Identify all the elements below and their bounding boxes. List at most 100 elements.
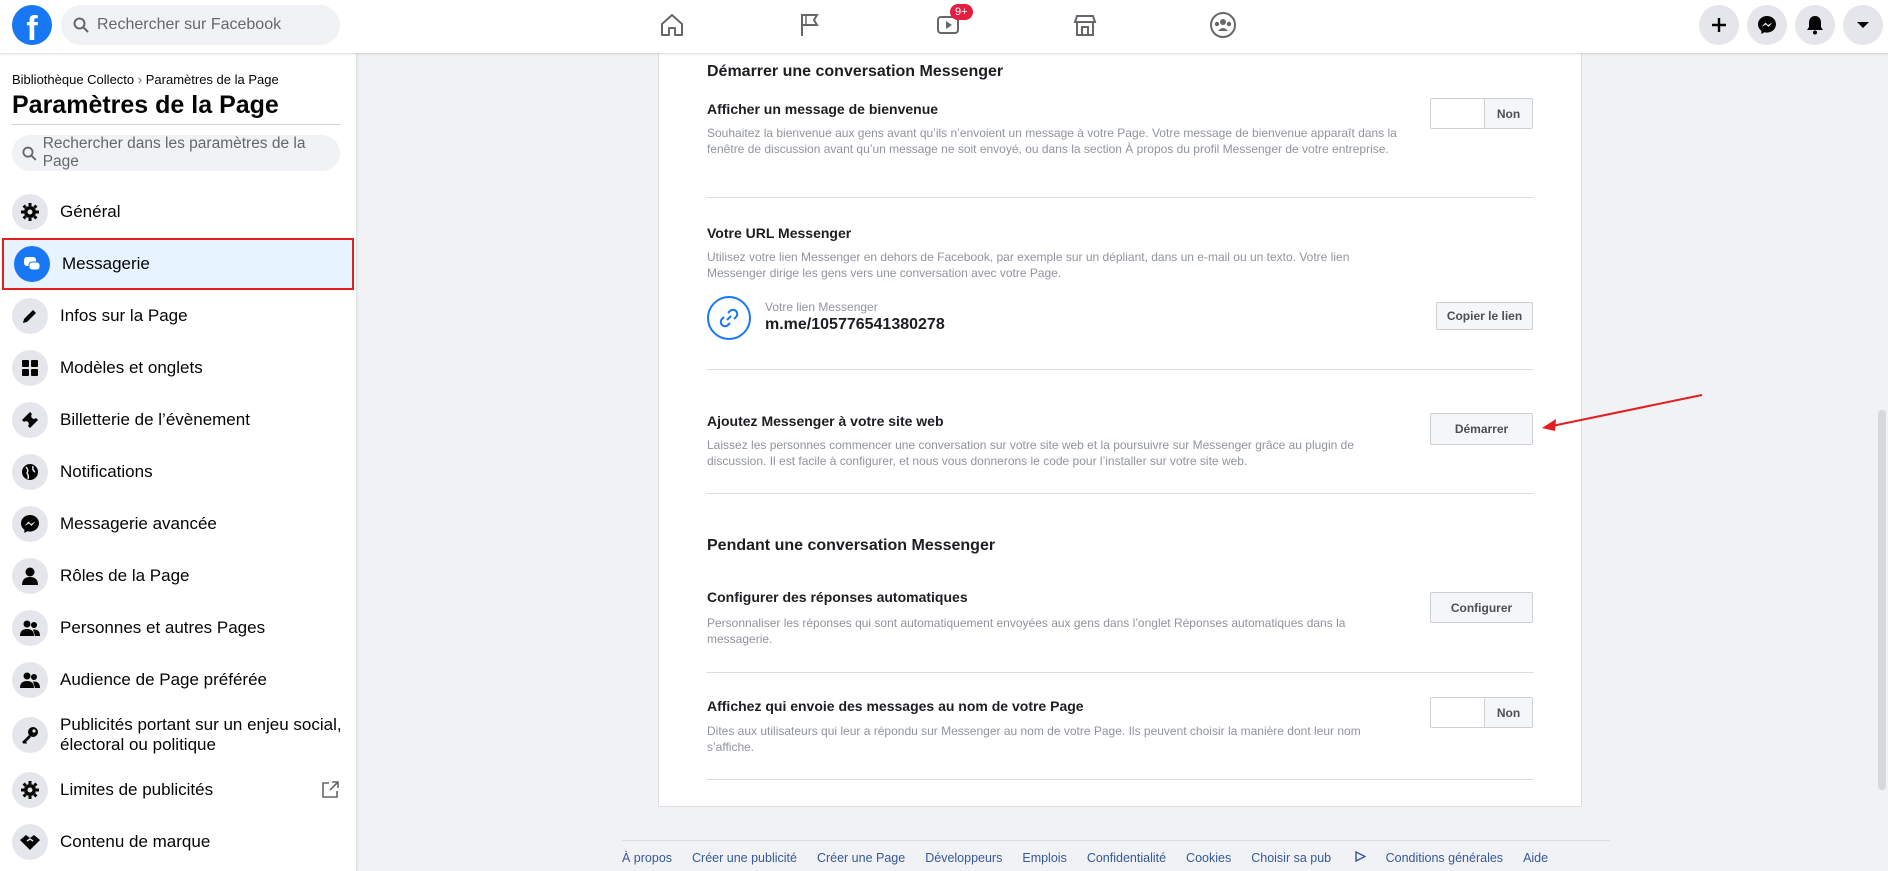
person-icon (12, 558, 48, 594)
sidebar-item-label: Billetterie de l’évènement (60, 410, 250, 429)
sidebar-item-label: Limites de publicités (60, 780, 214, 799)
scrollbar-thumb[interactable] (1878, 410, 1886, 790)
divider (707, 197, 1533, 198)
settings-sidebar: Bibliothèque Collecto › Paramètres de la… (0, 53, 356, 871)
facebook-logo[interactable]: f (12, 5, 52, 45)
messenger-icon (1758, 16, 1776, 34)
notification-badge: 9+ (950, 4, 973, 20)
divider (707, 369, 1533, 370)
sidebar-item-branded-content[interactable]: Contenu de marque (0, 816, 356, 868)
sidebar-item-messaging[interactable]: Messagerie (2, 238, 354, 290)
breadcrumb: Bibliothèque Collecto › Paramètres de la… (12, 72, 279, 87)
start-button[interactable]: Démarrer (1430, 413, 1533, 445)
footer-links: À propos Créer une publicité Créer une P… (622, 840, 1610, 865)
sender-identity-toggle[interactable]: Non (1430, 697, 1533, 728)
people-icon (12, 662, 48, 698)
sidebar-item-ad-limits[interactable]: Limites de publicités (0, 764, 356, 816)
footer-link-create-ad[interactable]: Créer une publicité (692, 851, 797, 865)
pencil-icon (12, 298, 48, 334)
account-menu-button[interactable] (1843, 5, 1883, 45)
sender-identity-description: Dites aux utilisateurs qui leur a répond… (707, 724, 1361, 754)
section-title-start-conversation: Démarrer une conversation Messenger (707, 63, 1004, 80)
toggle-state-label: Non (1484, 99, 1532, 128)
footer-link-help[interactable]: Aide (1523, 851, 1548, 865)
sidebar-item-label: Audience de Page préférée (60, 670, 267, 689)
link-icon (707, 296, 751, 340)
watch-video-icon[interactable]: 9+ (928, 4, 973, 42)
footer-link-about[interactable]: À propos (622, 851, 672, 865)
sidebar-item-label: Contenu de marque (60, 832, 211, 851)
groups-icon[interactable] (1203, 8, 1243, 42)
page-title: Paramètres de la Page (12, 91, 279, 119)
sidebar-item-label: Personnes et autres Pages (60, 618, 266, 637)
people-icon (12, 610, 48, 646)
messenger-link-caption: Votre lien Messenger (765, 300, 878, 314)
copy-link-button[interactable]: Copier le lien (1436, 302, 1533, 330)
sidebar-item-label: Rôles de la Page (60, 566, 190, 585)
messenger-link-value: m.me/105776541380278 (765, 316, 945, 333)
toggle-track (1431, 99, 1484, 128)
sidebar-item-label: Publicités portant sur un enjeu social, … (60, 715, 342, 754)
section-title-during-conversation: Pendant une conversation Messenger (707, 537, 996, 554)
chat-bubbles-icon (14, 246, 50, 282)
sidebar-item-label: Messagerie (62, 254, 150, 273)
sidebar-item-event-ticketing[interactable]: Billetterie de l’évènement (0, 394, 356, 446)
sidebar-item-templates-tabs[interactable]: Modèles et onglets (0, 342, 356, 394)
sidebar-item-notifications[interactable]: Notifications (0, 446, 356, 498)
footer-link-create-page[interactable]: Créer une Page (817, 851, 905, 865)
create-plus-button[interactable] (1699, 5, 1739, 45)
messenger-button[interactable] (1747, 5, 1787, 45)
sidebar-item-label: Notifications (60, 462, 153, 481)
sidebar-item-label: Infos sur la Page (60, 306, 188, 325)
add-messenger-website-description: Laissez les personnes commencer une conv… (707, 438, 1355, 468)
notifications-button[interactable] (1795, 5, 1835, 45)
settings-search-input[interactable]: Rechercher dans les paramètres de la Pag… (12, 135, 340, 171)
messenger-icon (12, 506, 48, 542)
sidebar-item-general[interactable]: Général (0, 186, 356, 238)
sender-identity-title: Affichez qui envoie des messages au nom … (707, 698, 1084, 714)
toggle-track (1431, 698, 1484, 727)
settings-search-placeholder: Rechercher dans les paramètres de la Pag… (42, 135, 306, 170)
footer-link-jobs[interactable]: Emplois (1022, 851, 1066, 865)
sidebar-item-label: Général (60, 202, 121, 221)
divider (707, 672, 1533, 673)
messaging-settings-card: Démarrer une conversation Messenger Affi… (658, 53, 1582, 807)
flag-icon[interactable] (790, 8, 830, 42)
sidebar-item-preferred-audience[interactable]: Audience de Page préférée (0, 654, 356, 706)
search-placeholder: Rechercher sur Facebook (97, 16, 282, 33)
home-icon[interactable] (652, 8, 692, 42)
settings-menu: Général Messagerie Infos sur la Page Mod… (0, 186, 356, 868)
handshake-icon (12, 824, 48, 860)
welcome-message-toggle[interactable]: Non (1430, 98, 1533, 129)
ticket-icon (12, 402, 48, 438)
external-link-icon[interactable] (320, 780, 340, 805)
annotation-arrow (1542, 394, 1703, 431)
toggle-state-label: Non (1484, 698, 1532, 727)
search-icon (22, 146, 37, 161)
sidebar-item-political-ads[interactable]: Publicités portant sur un enjeu social, … (0, 706, 356, 764)
gear-icon (12, 772, 48, 808)
footer-link-developers[interactable]: Développeurs (925, 851, 1002, 865)
facebook-search-input[interactable]: Rechercher sur Facebook (61, 5, 340, 45)
adchoices-icon (1354, 850, 1367, 863)
sidebar-item-people-pages[interactable]: Personnes et autres Pages (0, 602, 356, 654)
sidebar-item-label: Messagerie avancée (60, 514, 217, 533)
top-navigation-bar: f Rechercher sur Facebook 9+ (0, 0, 1888, 53)
caret-down-icon (1857, 22, 1869, 28)
welcome-message-description: Souhaitez la bienvenue aux gens avant qu… (707, 126, 1397, 156)
grid-icon (12, 350, 48, 386)
sidebar-item-page-roles[interactable]: Rôles de la Page (0, 550, 356, 602)
footer-link-terms[interactable]: Conditions générales (1386, 851, 1503, 865)
configure-button[interactable]: Configurer (1430, 592, 1533, 623)
footer-link-privacy[interactable]: Confidentialité (1087, 851, 1166, 865)
footer-link-ad-choices[interactable]: Choisir sa pub (1251, 850, 1367, 865)
key-icon (12, 717, 48, 753)
breadcrumb-current: Paramètres de la Page (145, 72, 279, 87)
footer-link-cookies[interactable]: Cookies (1186, 851, 1231, 865)
sidebar-item-page-info[interactable]: Infos sur la Page (0, 290, 356, 342)
sidebar-item-advanced-messaging[interactable]: Messagerie avancée (0, 498, 356, 550)
marketplace-icon[interactable] (1065, 8, 1105, 42)
breadcrumb-page-link[interactable]: Bibliothèque Collecto (12, 72, 134, 87)
ad-choices-label: Choisir sa pub (1251, 851, 1332, 865)
auto-replies-title: Configurer des réponses automatiques (707, 589, 968, 605)
